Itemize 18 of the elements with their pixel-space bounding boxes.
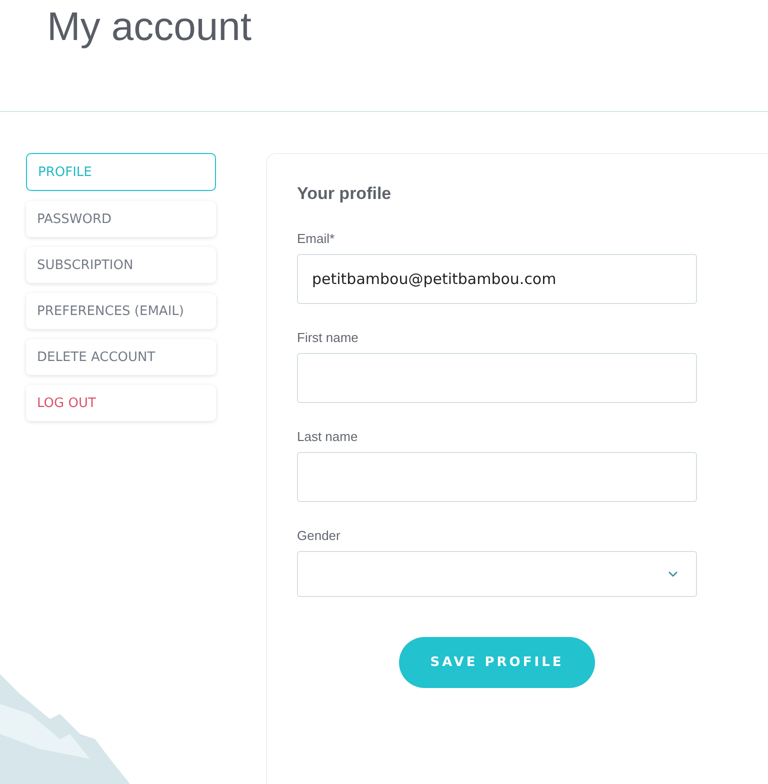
menu-item[interactable]: LOG OUT xyxy=(26,385,216,421)
input-field[interactable]: petitbambou@petitbambou.com xyxy=(297,254,697,304)
field-label: Last name xyxy=(297,429,359,444)
chevron-down-icon xyxy=(668,570,678,578)
field-label: Gender xyxy=(297,528,342,543)
card-title: Your profile xyxy=(297,184,392,204)
input-field[interactable] xyxy=(297,353,697,403)
menu-item[interactable]: SUBSCRIPTION xyxy=(26,247,216,283)
menu-item[interactable]: PROFILE xyxy=(26,153,216,191)
menu-item[interactable]: PREFERENCES (EMAIL) xyxy=(26,293,216,329)
menu-item[interactable]: DELETE ACCOUNT xyxy=(26,339,216,375)
input-field[interactable] xyxy=(297,452,697,502)
page-title: My account xyxy=(46,4,253,50)
menu-item[interactable]: PASSWORD xyxy=(26,201,216,237)
save-button[interactable]: SAVE PROFILE xyxy=(399,637,595,688)
field-label: Email* xyxy=(297,231,336,246)
field-label: First name xyxy=(297,330,360,345)
select-field[interactable] xyxy=(297,551,697,597)
